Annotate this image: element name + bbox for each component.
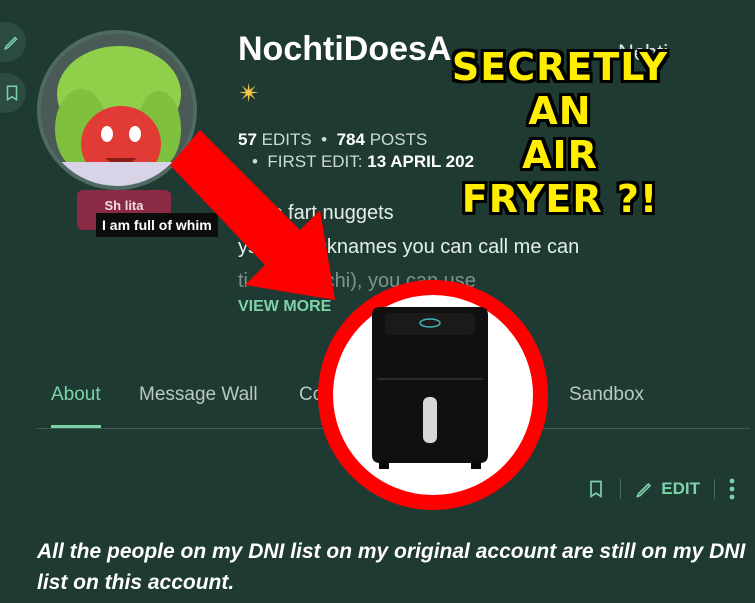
- content-paragraph: All the people on my DNI list on my orig…: [37, 540, 746, 594]
- profile-username: NochtiDoesA: [238, 30, 452, 68]
- tab-about[interactable]: About: [51, 384, 101, 428]
- toolbar-divider: [620, 479, 622, 499]
- red-arrow-icon: [170, 130, 335, 300]
- edit-label: EDIT: [661, 479, 700, 498]
- bookmark-icon: [6, 85, 18, 102]
- caption-line: FRYER ?!: [461, 177, 659, 221]
- posts-label: POSTS: [369, 130, 428, 149]
- pencil-icon: [4, 36, 18, 50]
- bookmark-side-button[interactable]: [0, 73, 26, 113]
- caption-line: AIR: [522, 133, 598, 177]
- sparkle-icon: ✴: [238, 78, 260, 108]
- tab-sandbox[interactable]: Sandbox: [569, 384, 644, 428]
- air-fryer-image: [372, 307, 488, 469]
- toolbar-divider: [714, 479, 715, 499]
- edit-pencil-button[interactable]: [0, 22, 26, 62]
- edit-button[interactable]: EDIT: [635, 479, 700, 499]
- bookmark-icon[interactable]: [586, 478, 606, 500]
- tab-message-wall[interactable]: Message Wall: [139, 384, 258, 428]
- caption-line: SECRETLY: [451, 45, 669, 89]
- content-toolbar: EDIT: [586, 478, 735, 500]
- pencil-icon: [636, 482, 652, 498]
- meme-caption: SECRETLY AN AIR FRYER ?!: [445, 45, 675, 221]
- caption-line: AN: [528, 89, 592, 133]
- more-options-icon[interactable]: [729, 478, 735, 500]
